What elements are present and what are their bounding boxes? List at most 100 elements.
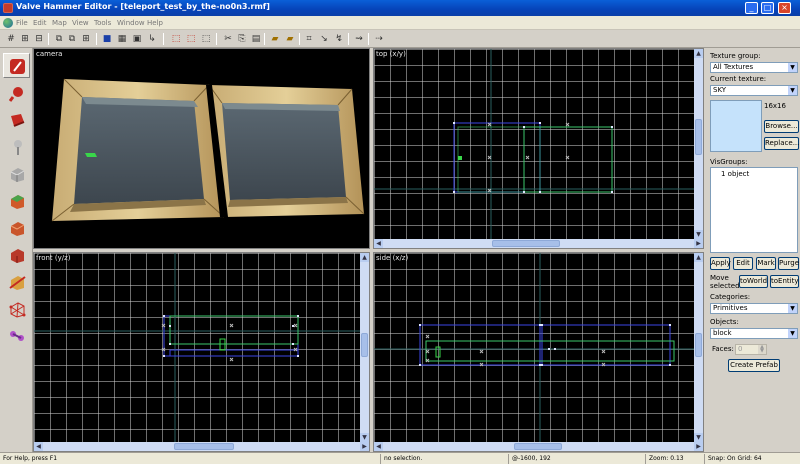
path-tool[interactable] [3, 323, 30, 348]
chevron-down-icon[interactable]: ▼ [788, 86, 797, 95]
status-bar: For Help, press F1 no selection. @-1600,… [0, 452, 800, 464]
scroll-up-icon[interactable]: ▲ [694, 253, 703, 262]
mark-button[interactable]: Mark [756, 257, 776, 270]
to-world-button[interactable]: toWorld [739, 275, 768, 288]
entity-tool[interactable] [3, 134, 30, 159]
clipping-tool[interactable] [3, 269, 30, 294]
scroll-thumb[interactable] [361, 333, 368, 357]
scroll-right-icon[interactable]: ▶ [694, 239, 703, 248]
selection-tool[interactable] [3, 53, 30, 78]
load-pointfile-icon[interactable]: ⇢ [373, 33, 385, 45]
chevron-down-icon[interactable]: ▼ [788, 329, 797, 338]
toggle-ignore-groups-icon[interactable]: ↯ [333, 33, 345, 45]
block-tool[interactable] [3, 161, 30, 186]
horizontal-scrollbar[interactable]: ◀ ▶ [34, 442, 369, 451]
visgroup-item[interactable]: 1 object [721, 170, 749, 178]
camera-tool[interactable] [3, 107, 30, 132]
scroll-down-icon[interactable]: ▼ [360, 433, 369, 442]
toggle-bounds-icon[interactable]: ⌗ [303, 33, 315, 45]
run-map-icon[interactable]: ⇝ [353, 33, 365, 45]
grid-toggle-icon[interactable]: # [5, 33, 17, 45]
copy-icon[interactable]: ⎘ [236, 33, 248, 45]
spinner-icon[interactable]: ▲ ▼ [758, 345, 766, 354]
scroll-up-icon[interactable]: ▲ [360, 253, 369, 262]
replace-button[interactable]: Replace... [764, 137, 799, 150]
vertex-manipulation-tool[interactable] [3, 296, 30, 321]
faces-input[interactable]: 0 ▲ ▼ [735, 344, 767, 355]
minimize-button[interactable]: _ [745, 2, 758, 14]
vertical-scrollbar[interactable]: ▲ ▼ [694, 49, 703, 239]
scroll-thumb[interactable] [174, 443, 234, 450]
scroll-right-icon[interactable]: ▶ [360, 442, 369, 451]
menu-edit[interactable]: Edit [33, 19, 47, 27]
texture-scale-lock-icon[interactable]: ▰ [284, 33, 296, 45]
front-viewport[interactable]: front (y/z) ▲ ▼ ◀ ▶ [33, 252, 370, 452]
faces-value: 0 [738, 345, 743, 353]
show-all-icon[interactable]: ⬚ [200, 33, 212, 45]
scroll-down-icon[interactable]: ▼ [694, 433, 703, 442]
scroll-thumb[interactable] [492, 240, 560, 247]
menu-view[interactable]: View [72, 19, 89, 27]
apply-current-texture-tool[interactable] [3, 215, 30, 240]
undo-icon[interactable]: ⧉ [53, 33, 65, 45]
menu-help[interactable]: Help [147, 19, 163, 27]
scroll-right-icon[interactable]: ▶ [694, 442, 703, 451]
texture-lock-icon[interactable]: ▰ [269, 33, 281, 45]
hide-unselected-icon[interactable]: ⬚ [185, 33, 197, 45]
vertical-scrollbar[interactable]: ▲ ▼ [694, 253, 703, 442]
categories-select[interactable]: Primitives ▼ [710, 303, 798, 314]
scroll-thumb[interactable] [695, 333, 702, 357]
teleport-entity-marker [85, 153, 97, 157]
current-texture-label: Current texture: [710, 75, 767, 83]
hide-selected-icon[interactable]: ⬚ [170, 33, 182, 45]
browse-button[interactable]: Browse... [764, 120, 799, 133]
apply-button[interactable]: Apply [710, 257, 731, 270]
create-prefab-button[interactable]: Create Prefab [728, 359, 780, 372]
edit-button[interactable]: Edit [733, 257, 753, 270]
decal-tool[interactable] [3, 242, 30, 267]
tie-to-entity-icon[interactable]: ▣ [131, 33, 143, 45]
scroll-down-icon[interactable]: ▼ [694, 230, 703, 239]
horizontal-scrollbar[interactable]: ◀ ▶ [374, 239, 703, 248]
carve-icon[interactable]: ⊞ [80, 33, 92, 45]
objects-select[interactable]: block ▼ [710, 328, 798, 339]
status-help: For Help, press F1 [3, 455, 58, 462]
close-button[interactable]: × [778, 2, 791, 14]
purge-button[interactable]: Purge [778, 257, 799, 270]
scroll-left-icon[interactable]: ◀ [34, 442, 43, 451]
top-viewport[interactable]: top (x/y) ▲ ▼ ◀ ▶ [373, 48, 704, 249]
scroll-left-icon[interactable]: ◀ [374, 442, 383, 451]
paste-icon[interactable]: ▤ [250, 33, 262, 45]
redo-icon[interactable]: ⧉ [66, 33, 78, 45]
chevron-down-icon[interactable]: ▼ [788, 63, 797, 72]
ungroup-icon[interactable]: ▦ [116, 33, 128, 45]
magnify-tool[interactable] [3, 80, 30, 105]
menu-tools[interactable]: Tools [94, 19, 111, 27]
texture-application-tool[interactable] [3, 188, 30, 213]
toolbar-separator [96, 33, 97, 45]
group-icon[interactable]: ■ [101, 33, 113, 45]
scroll-thumb[interactable] [695, 119, 702, 155]
maximize-button[interactable]: □ [761, 2, 774, 14]
menu-map[interactable]: Map [52, 19, 67, 27]
to-entity-button[interactable]: toEntity [770, 275, 799, 288]
scroll-up-icon[interactable]: ▲ [694, 49, 703, 58]
top-view-geometry [374, 49, 696, 241]
chevron-down-icon[interactable]: ▼ [788, 304, 797, 313]
side-viewport[interactable]: side (x/z) ▲ ▼ ◀ ▶ [373, 252, 704, 452]
texture-group-select[interactable]: All Textures ▼ [710, 62, 798, 73]
grid-smaller-icon[interactable]: ⊞ [19, 33, 31, 45]
menu-window[interactable]: Window [117, 19, 145, 27]
camera-viewport[interactable]: camera [33, 48, 370, 249]
current-texture-select[interactable]: SKY ▼ [710, 85, 798, 96]
vertical-scrollbar[interactable]: ▲ ▼ [360, 253, 369, 442]
scroll-left-icon[interactable]: ◀ [374, 239, 383, 248]
menu-file[interactable]: File [16, 19, 28, 27]
scroll-thumb[interactable] [514, 443, 562, 450]
move-to-world-icon[interactable]: ↳ [146, 33, 158, 45]
grid-larger-icon[interactable]: ⊟ [33, 33, 45, 45]
visgroups-list[interactable]: 1 object [710, 167, 798, 253]
horizontal-scrollbar[interactable]: ◀ ▶ [374, 442, 703, 451]
toggle-cordon-icon[interactable]: ↘ [318, 33, 330, 45]
cut-icon[interactable]: ✂ [222, 33, 234, 45]
